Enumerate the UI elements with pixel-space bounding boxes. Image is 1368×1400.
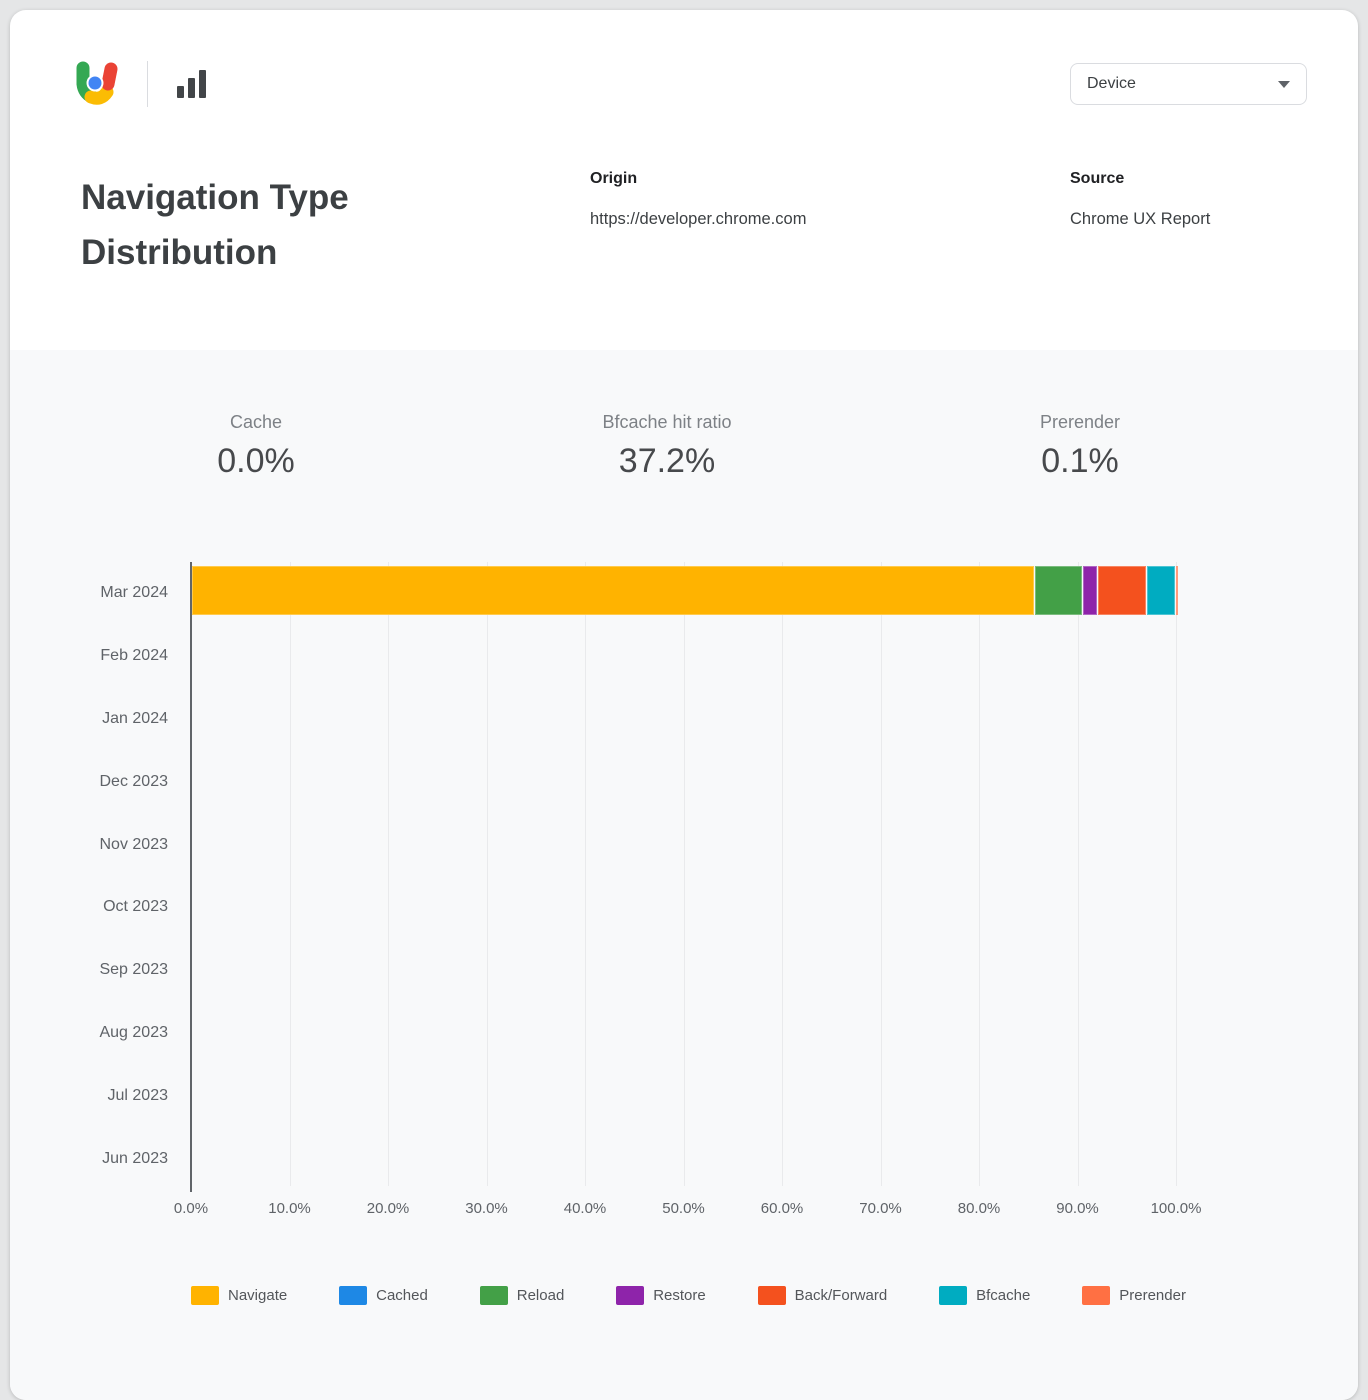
stat-prerender: Prerender 0.1% [1040, 412, 1120, 481]
legend-label: Reload [517, 1287, 565, 1304]
origin-block: Origin https://developer.chrome.com [590, 170, 806, 229]
bar-segment-back-forward[interactable] [1098, 566, 1146, 615]
chart-section: Cache 0.0% Bfcache hit ratio 37.2% Prere… [10, 350, 1358, 1400]
legend-swatch-icon [339, 1286, 367, 1305]
legend-swatch-icon [1082, 1286, 1110, 1305]
source-block: Source Chrome UX Report [1070, 170, 1210, 229]
y-axis-label: Jun 2023 [68, 1127, 168, 1190]
legend-item-prerender: Prerender [1082, 1286, 1186, 1305]
crux-logo-icon[interactable] [71, 60, 121, 108]
stat-value: 37.2% [602, 442, 731, 481]
bar-segment-bfcache[interactable] [1147, 566, 1175, 615]
y-axis-label: Aug 2023 [68, 1002, 168, 1065]
bar-segment-prerender[interactable] [1176, 566, 1178, 615]
x-axis-label: 70.0% [859, 1200, 902, 1217]
legend-swatch-icon [480, 1286, 508, 1305]
bar-segment-reload[interactable] [1035, 566, 1082, 615]
gridline [979, 562, 980, 1186]
y-axis-label: Oct 2023 [68, 876, 168, 939]
stat-label: Cache [217, 412, 295, 433]
legend-item-cached: Cached [339, 1286, 428, 1305]
bar-segment-restore[interactable] [1083, 566, 1097, 615]
gridline [881, 562, 882, 1186]
y-axis-label: Feb 2024 [68, 625, 168, 688]
device-dropdown[interactable]: Device [1070, 63, 1307, 105]
device-dropdown-label: Device [1087, 75, 1136, 93]
gridline [585, 562, 586, 1186]
gridline [290, 562, 291, 1186]
gridline [782, 562, 783, 1186]
gridline [1078, 562, 1079, 1186]
x-axis-label: 90.0% [1056, 1200, 1099, 1217]
legend-item-restore: Restore [616, 1286, 706, 1305]
chevron-down-icon [1278, 81, 1290, 88]
page-title: Navigation Type Distribution [81, 170, 441, 280]
x-axis-label: 100.0% [1151, 1200, 1202, 1217]
legend-label: Restore [653, 1287, 706, 1304]
stat-value: 0.0% [217, 442, 295, 481]
y-axis-label: Jul 2023 [68, 1064, 168, 1127]
bar-chart-icon [177, 70, 206, 98]
y-axis-label: Nov 2023 [68, 813, 168, 876]
stat-bfcache-hit-ratio: Bfcache hit ratio 37.2% [602, 412, 731, 481]
x-axis-label: 60.0% [761, 1200, 804, 1217]
dashboard-card: Device Navigation Type Distribution Orig… [10, 10, 1358, 1400]
legend-swatch-icon [616, 1286, 644, 1305]
stat-label: Prerender [1040, 412, 1120, 433]
y-axis-label: Sep 2023 [68, 939, 168, 1002]
x-axis-label: 40.0% [564, 1200, 607, 1217]
source-value: Chrome UX Report [1070, 210, 1210, 229]
stat-cache: Cache 0.0% [217, 412, 295, 481]
bar-segment-navigate[interactable] [192, 566, 1034, 615]
source-label: Source [1070, 170, 1210, 188]
y-axis-line [190, 562, 192, 1192]
x-axis-label: 50.0% [662, 1200, 705, 1217]
divider [147, 61, 148, 107]
stacked-bar-mar-2024 [192, 566, 1178, 615]
gridline [487, 562, 488, 1186]
y-axis-label: Jan 2024 [68, 688, 168, 751]
legend-label: Bfcache [976, 1287, 1030, 1304]
y-axis-label: Mar 2024 [68, 562, 168, 625]
x-axis-label: 30.0% [465, 1200, 508, 1217]
chart-plot: 0.0%10.0%20.0%30.0%40.0%50.0%60.0%70.0%8… [191, 562, 1176, 1190]
x-axis-label: 80.0% [958, 1200, 1001, 1217]
legend-label: Prerender [1119, 1287, 1186, 1304]
top-bar: Device [71, 60, 1307, 108]
stat-label: Bfcache hit ratio [602, 412, 731, 433]
chart-legend: Navigate Cached Reload Restore Back/Forward B… [191, 1286, 1186, 1305]
legend-swatch-icon [758, 1286, 786, 1305]
x-axis-label: 10.0% [268, 1200, 311, 1217]
legend-item-reload: Reload [480, 1286, 565, 1305]
legend-item-back-forward: Back/Forward [758, 1286, 888, 1305]
x-axis-label: 0.0% [174, 1200, 208, 1217]
y-axis-label: Dec 2023 [68, 750, 168, 813]
legend-label: Back/Forward [795, 1287, 888, 1304]
legend-label: Cached [376, 1287, 428, 1304]
legend-swatch-icon [939, 1286, 967, 1305]
gridline [388, 562, 389, 1186]
origin-label: Origin [590, 170, 806, 188]
legend-item-bfcache: Bfcache [939, 1286, 1030, 1305]
legend-item-navigate: Navigate [191, 1286, 287, 1305]
legend-label: Navigate [228, 1287, 287, 1304]
legend-swatch-icon [191, 1286, 219, 1305]
stat-value: 0.1% [1040, 442, 1120, 481]
x-axis-label: 20.0% [367, 1200, 410, 1217]
gridline [1176, 562, 1177, 1186]
gridline [684, 562, 685, 1186]
origin-value: https://developer.chrome.com [590, 210, 806, 229]
